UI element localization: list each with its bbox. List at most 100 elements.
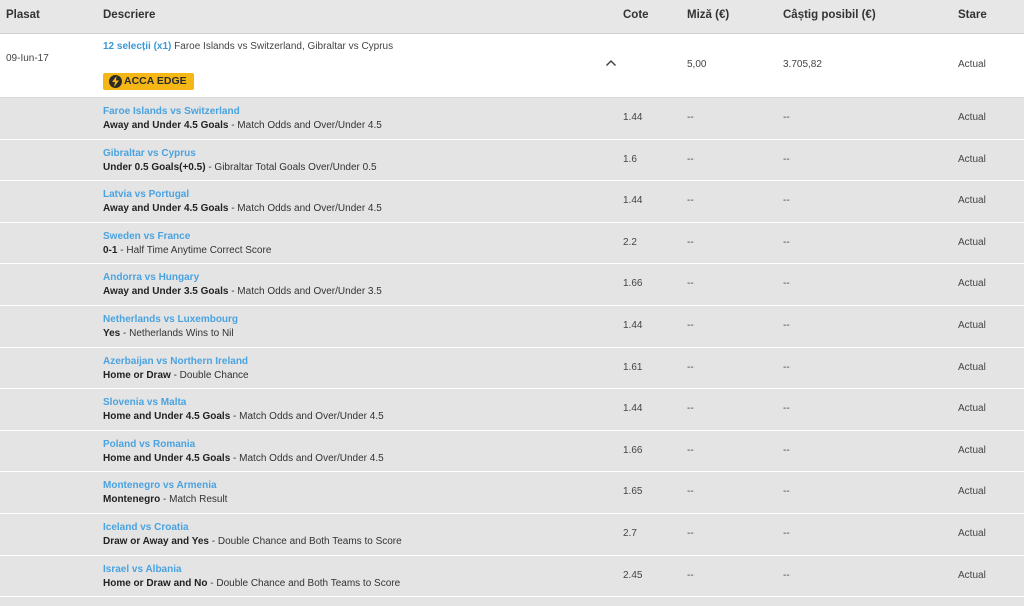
- market-name: - Half Time Anytime Correct Score: [120, 244, 272, 256]
- market-name: - Match Result: [163, 494, 228, 506]
- header-placed: Plasat: [6, 9, 40, 21]
- selection-stake: --: [687, 319, 694, 331]
- match-link[interactable]: Slovenia vs Malta: [103, 397, 186, 408]
- header-description: Descriere: [103, 9, 156, 21]
- table-row: Azerbaijan vs Northern Ireland Home or Dr…: [0, 347, 1024, 390]
- selection-stake: --: [687, 112, 694, 123]
- bet-matches-text: Faroe Islands vs Switzerland, Gibraltar …: [174, 41, 394, 52]
- selection-stake: --: [687, 195, 694, 207]
- selection-possible-win: --: [783, 195, 790, 207]
- selection-stake: --: [687, 444, 694, 456]
- match-link[interactable]: Gibraltar vs Cyprus: [103, 148, 196, 159]
- selections-list: Faroe Islands vs Switzerland Away and Und…: [0, 98, 1024, 598]
- selection-pick: Home or Draw: [103, 369, 171, 381]
- summary-possible-win: 3.705,82: [783, 59, 822, 70]
- selection-pick: Draw or Away and Yes: [103, 535, 209, 547]
- selection-pick: Away and Under 3.5 Goals: [103, 286, 229, 298]
- selection-odds: 1.6: [623, 153, 637, 165]
- match-link[interactable]: Faroe Islands vs Switzerland: [103, 106, 240, 117]
- selection-stake: --: [687, 236, 694, 248]
- market-name: - Netherlands Wins to Nil: [123, 327, 234, 339]
- selection-market: Home or Draw - Double Chance: [103, 370, 249, 381]
- selection-possible-win: --: [783, 403, 790, 415]
- acca-edge-badge: ACCA EDGE: [103, 73, 194, 90]
- selection-status: Actual: [958, 195, 986, 207]
- placed-date: 09-Iun-17: [6, 53, 49, 64]
- selection-stake: --: [687, 361, 694, 373]
- selection-status: Actual: [958, 319, 986, 331]
- lightning-bolt-icon: [109, 75, 122, 88]
- selection-odds: 2.45: [623, 569, 643, 581]
- summary-status: Actual: [958, 59, 986, 70]
- table-row: Montenegro vs Armenia Montenegro - Match …: [0, 472, 1024, 514]
- selection-market: Home or Draw and No - Double Chance and …: [103, 578, 400, 589]
- selection-status: Actual: [958, 361, 986, 373]
- selection-pick: Yes: [103, 327, 121, 339]
- selection-odds: 1.44: [623, 403, 643, 415]
- match-link[interactable]: Iceland vs Croatia: [103, 522, 189, 533]
- market-name: - Match Odds and Over/Under 4.5: [233, 452, 384, 464]
- market-name: - Double Chance: [173, 369, 249, 381]
- selection-market: Yes - Netherlands Wins to Nil: [103, 328, 234, 339]
- table-row: Poland vs Romania Home and Under 4.5 Goal…: [0, 430, 1024, 473]
- table-row: Slovenia vs Malta Home and Under 4.5 Goal…: [0, 389, 1024, 431]
- selection-odds: 1.61: [623, 361, 643, 373]
- bet-history-page: Plasat Descriere Cote Miză (€) Câștig po…: [0, 0, 1024, 606]
- selection-market: Montenegro - Match Result: [103, 494, 227, 505]
- selection-pick: Montenegro: [103, 494, 161, 506]
- selection-status: Actual: [958, 403, 986, 415]
- selection-possible-win: --: [783, 444, 790, 456]
- table-row: Latvia vs Portugal Away and Under 4.5 Goa…: [0, 181, 1024, 223]
- selection-market: Draw or Away and Yes - Double Chance and…: [103, 536, 402, 547]
- selection-possible-win: --: [783, 153, 790, 165]
- selection-count-link[interactable]: 12 selecții (x1): [103, 41, 171, 52]
- selection-odds: 1.44: [623, 319, 643, 331]
- header-odds: Cote: [623, 9, 649, 21]
- chevron-up-icon[interactable]: [605, 59, 617, 70]
- selection-stake: --: [687, 486, 694, 498]
- header-possible-win: Câștig posibil (€): [783, 9, 876, 21]
- table-row: Sweden vs France 0-1 - Half Time Anytime …: [0, 222, 1024, 265]
- selection-status: Actual: [958, 444, 986, 456]
- market-name: - Match Odds and Over/Under 4.5: [231, 203, 382, 215]
- market-name: - Match Odds and Over/Under 4.5: [233, 411, 384, 423]
- selection-possible-win: --: [783, 236, 790, 248]
- table-row: Israel vs Albania Home or Draw and No - D…: [0, 555, 1024, 598]
- match-link[interactable]: Netherlands vs Luxembourg: [103, 314, 238, 325]
- selection-possible-win: --: [783, 112, 790, 123]
- selection-possible-win: --: [783, 278, 790, 290]
- selection-possible-win: --: [783, 486, 790, 498]
- match-link[interactable]: Andorra vs Hungary: [103, 272, 199, 283]
- selection-odds: 1.66: [623, 278, 643, 290]
- selection-pick: Under 0.5 Goals(+0.5): [103, 161, 206, 173]
- match-link[interactable]: Montenegro vs Armenia: [103, 480, 217, 491]
- selection-status: Actual: [958, 236, 986, 248]
- match-link[interactable]: Latvia vs Portugal: [103, 189, 189, 200]
- selection-status: Actual: [958, 569, 986, 581]
- selection-status: Actual: [958, 486, 986, 498]
- match-link[interactable]: Sweden vs France: [103, 231, 190, 242]
- selection-market: 0-1 - Half Time Anytime Correct Score: [103, 245, 271, 256]
- selection-odds: 2.2: [623, 236, 637, 248]
- selection-stake: --: [687, 278, 694, 290]
- selection-market: Home and Under 4.5 Goals - Match Odds an…: [103, 453, 384, 464]
- header-status: Stare: [958, 9, 987, 21]
- match-link[interactable]: Poland vs Romania: [103, 439, 195, 450]
- table-row: Andorra vs Hungary Away and Under 3.5 Goa…: [0, 264, 1024, 306]
- bet-description: 12 selecții (x1) Faroe Islands vs Switze…: [103, 41, 393, 52]
- selection-pick: Away and Under 4.5 Goals: [103, 203, 229, 215]
- bet-summary-row[interactable]: 09-Iun-17 12 selecții (x1) Faroe Islands…: [0, 34, 1024, 98]
- selection-pick: Home or Draw and No: [103, 577, 208, 589]
- match-link[interactable]: Israel vs Albania: [103, 564, 182, 575]
- table-header: Plasat Descriere Cote Miză (€) Câștig po…: [0, 0, 1024, 34]
- selection-stake: --: [687, 153, 694, 165]
- selection-market: Under 0.5 Goals(+0.5) - Gibraltar Total …: [103, 162, 377, 173]
- selection-odds: 1.65: [623, 486, 643, 498]
- selection-stake: --: [687, 569, 694, 581]
- selection-possible-win: --: [783, 569, 790, 581]
- market-name: - Gibraltar Total Goals Over/Under 0.5: [208, 161, 377, 173]
- match-link[interactable]: Azerbaijan vs Northern Ireland: [103, 356, 248, 367]
- selection-market: Away and Under 4.5 Goals - Match Odds an…: [103, 203, 382, 214]
- selection-possible-win: --: [783, 319, 790, 331]
- market-name: - Match Odds and Over/Under 4.5: [231, 120, 382, 131]
